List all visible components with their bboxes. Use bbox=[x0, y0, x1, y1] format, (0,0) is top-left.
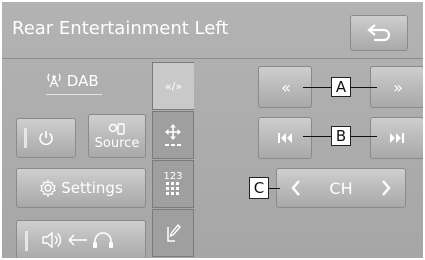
channel-down-button[interactable] bbox=[291, 180, 301, 196]
skip-back-icon bbox=[278, 133, 292, 143]
power-icon bbox=[39, 131, 53, 146]
settings-button[interactable]: Settings bbox=[16, 168, 146, 208]
fast-forward-icon: » bbox=[393, 77, 403, 97]
channel-up-button[interactable] bbox=[381, 180, 391, 196]
callout-a-line-right bbox=[349, 87, 377, 88]
fast-rewind-icon: « bbox=[281, 77, 291, 97]
source-button-label: Source bbox=[94, 135, 140, 151]
fast-forward-button[interactable]: » bbox=[370, 66, 423, 108]
source-button[interactable]: Source bbox=[88, 114, 146, 158]
callout-c: C bbox=[249, 177, 269, 199]
callout-b-line-left bbox=[303, 136, 333, 137]
callout-a-line-left bbox=[303, 87, 333, 88]
callout-b: B bbox=[331, 126, 351, 146]
callout-a: A bbox=[331, 77, 351, 97]
audio-source-label: DAB bbox=[46, 72, 102, 95]
antenna-icon bbox=[46, 72, 67, 90]
pen-icon bbox=[167, 223, 181, 242]
tab-keypad-label: 123 bbox=[163, 171, 183, 182]
next-track-button[interactable] bbox=[370, 117, 423, 159]
power-indicator bbox=[24, 128, 27, 148]
gear-icon bbox=[40, 179, 57, 197]
left-panel: DAB Source Settings bbox=[2, 58, 152, 258]
tab-keypad[interactable]: 123 bbox=[152, 160, 194, 208]
move-cursor-icon bbox=[165, 124, 181, 146]
source-icon bbox=[108, 122, 125, 135]
source-underline bbox=[46, 94, 102, 95]
callout-a-label: A bbox=[335, 78, 347, 96]
back-arrow-icon bbox=[367, 24, 391, 42]
callout-c-line bbox=[268, 188, 280, 189]
keypad-icon bbox=[166, 182, 179, 195]
chevron-left-icon bbox=[291, 180, 300, 196]
callout-c-label: C bbox=[253, 179, 265, 197]
channel-control: CH bbox=[276, 168, 406, 208]
callout-b-line-right bbox=[349, 136, 377, 137]
mode-tabs: «/» 123 bbox=[152, 62, 194, 258]
power-button[interactable] bbox=[16, 118, 76, 158]
tab-cursor[interactable] bbox=[152, 111, 194, 159]
screen: Rear Entertainment Left DAB Source Setti… bbox=[2, 2, 423, 258]
settings-button-label: Settings bbox=[61, 179, 123, 197]
audio-output-indicator bbox=[25, 231, 28, 251]
screen-title: Rear Entertainment Left bbox=[12, 18, 229, 39]
channel-label: CH bbox=[329, 178, 353, 198]
skip-forward-icon bbox=[390, 133, 404, 143]
chevron-right-icon bbox=[382, 180, 391, 196]
tab-seek[interactable]: «/» bbox=[152, 62, 194, 110]
previous-track-button[interactable] bbox=[258, 117, 312, 159]
back-button[interactable] bbox=[350, 15, 408, 51]
callout-b-label: B bbox=[335, 127, 347, 145]
audio-output-button[interactable] bbox=[16, 220, 146, 258]
tab-handwriting[interactable] bbox=[152, 209, 194, 257]
audio-source-name: DAB bbox=[66, 72, 99, 90]
seek-controls-area: « » A B CH C bbox=[194, 58, 423, 258]
header-bar: Rear Entertainment Left bbox=[2, 2, 423, 59]
tab-seek-label: «/» bbox=[164, 79, 183, 93]
speaker-to-headphones-icon bbox=[42, 231, 113, 249]
